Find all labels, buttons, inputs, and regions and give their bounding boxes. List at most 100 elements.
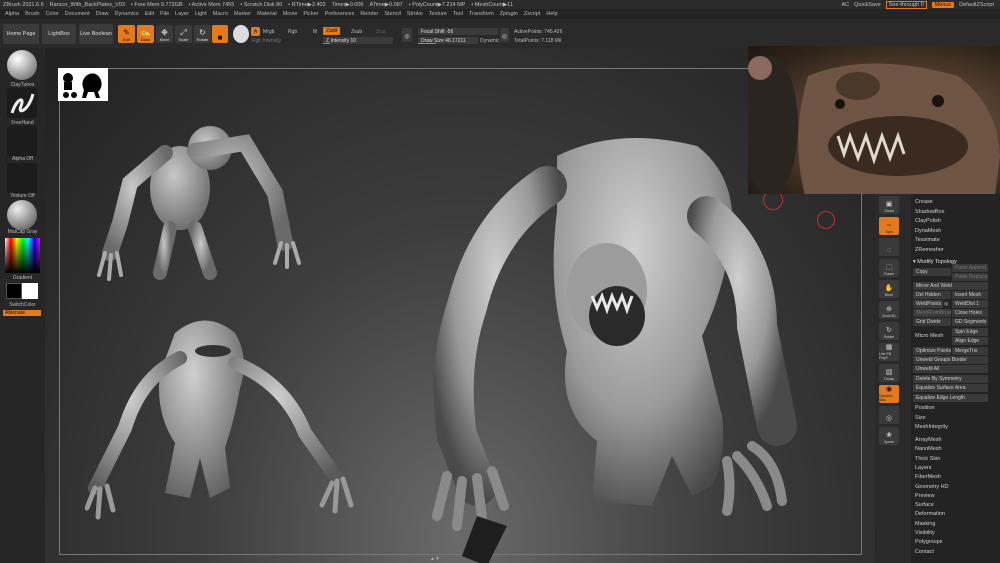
menus-button[interactable]: Menus (931, 1, 955, 8)
rightshelf-sym-button[interactable]: ⇔ Sym (879, 217, 899, 235)
scroll-handle-icon[interactable]: ▲▼ (430, 556, 442, 562)
focal-shift-slider[interactable]: Focal Shift -56 (418, 28, 498, 35)
palette-polygroups[interactable]: Polygroups (915, 538, 943, 546)
rightshelf-frame-button[interactable]: ⬚ Frame (879, 259, 899, 277)
rgb-toggle[interactable]: Rgb (288, 29, 297, 35)
rightshelf-option-button[interactable]: ◌ (879, 238, 899, 256)
rightshelf-zoom3d-button[interactable]: ⊕ Zoom3D (879, 301, 899, 319)
menu-tool[interactable]: Tool (453, 11, 463, 17)
switch-color-button[interactable]: SwitchColor (0, 302, 45, 308)
s-icon[interactable]: ◎ (402, 28, 412, 42)
lightbox-thumbnail-icon[interactable] (58, 68, 108, 101)
palette-surface[interactable]: Surface (915, 501, 934, 509)
tool-edit-button[interactable]: ✎ Edit (118, 25, 135, 43)
palette-layers[interactable]: Layers (915, 464, 932, 472)
palette-preview[interactable]: Preview (915, 492, 935, 500)
menu-transform[interactable]: Transform (469, 11, 494, 17)
meshfrombrush-button[interactable]: MeshFromBrush (913, 309, 951, 317)
menu-help[interactable]: Help (546, 11, 557, 17)
palette-contact[interactable]: Contact (915, 548, 934, 556)
claytubes-brush-icon[interactable] (7, 50, 37, 80)
palette-shadowbox[interactable]: ShadowBox (915, 208, 944, 216)
menu-draw[interactable]: Draw (96, 11, 109, 17)
a-toggle[interactable]: A (251, 27, 260, 36)
tool-draw-button[interactable]: ✍ Draw (137, 25, 154, 43)
palette-nanomesh[interactable]: NanoMesh (915, 445, 942, 453)
tool-rotate-button[interactable]: ↻ Rotate (194, 25, 211, 43)
menu-stroke[interactable]: Stroke (407, 11, 423, 17)
menu-light[interactable]: Light (195, 11, 207, 17)
texture-icon[interactable] (7, 163, 37, 193)
menu-picker[interactable]: Picker (303, 11, 318, 17)
mrgb-toggle[interactable]: Mrgb (263, 29, 274, 35)
menu-stencil[interactable]: Stencil (384, 11, 401, 17)
merge-tris-button[interactable]: MergeTris (952, 347, 988, 355)
palette-tessimate[interactable]: Tessimate (915, 236, 940, 244)
mirror-and-weld-button[interactable]: Mirror And Weld (913, 282, 988, 290)
copy-button[interactable]: Copy (913, 268, 951, 276)
equalize-surface-area-button[interactable]: Equalize Surface Area (913, 384, 988, 392)
palette-zremesher[interactable]: ZRemesher (915, 246, 944, 254)
palette-arraymesh[interactable]: ArrayMesh (915, 436, 942, 444)
menu-zplugin[interactable]: Zplugin (500, 11, 518, 17)
palette-claypolish[interactable]: ClayPolish (915, 217, 941, 225)
home-page-button[interactable]: Home Page (3, 24, 39, 44)
secondary-color-swatch[interactable] (22, 283, 38, 299)
menu-file[interactable]: File (160, 11, 169, 17)
palette-masking[interactable]: Masking (915, 520, 935, 528)
unweld-all-button[interactable]: Unweld All (913, 365, 988, 373)
menu-brush[interactable]: Brush (25, 11, 39, 17)
base-mesh-model[interactable] (85, 103, 315, 283)
rightshelf-rotate-button[interactable]: ↻ Rotate (879, 322, 899, 340)
menu-edit[interactable]: Edit (145, 11, 154, 17)
main-color-swatch[interactable] (6, 283, 22, 299)
menu-layer[interactable]: Layer (175, 11, 189, 17)
sculptris-icon[interactable]: ■ (212, 25, 228, 43)
palette-geometry-hd[interactable]: Geometry HD (915, 483, 949, 491)
rightshelf-xpose-button[interactable]: ❀ Xpose (879, 427, 899, 445)
menu-dynamics[interactable]: Dynamics (115, 11, 139, 17)
matcap-gray-icon[interactable] (7, 200, 37, 230)
weld-points-toggle-icon[interactable]: ◎ (944, 300, 948, 308)
equalize-edge-length-button[interactable]: Equalize Edge Length (913, 394, 988, 402)
z-intensity-slider[interactable]: Z Intensity 10 (323, 37, 393, 44)
menu-color[interactable]: Color (45, 11, 58, 17)
rightshelf-ghost-button[interactable]: ▣ Ghost (879, 196, 899, 214)
menu-material[interactable]: Material (257, 11, 277, 17)
palette-visibility[interactable]: Visibility (915, 529, 935, 537)
close-holes-button[interactable]: Close Holes (952, 309, 988, 317)
palette-deformation[interactable]: Deformation (915, 510, 945, 518)
gd-segments-slider[interactable]: GD Segments 3 (952, 318, 988, 326)
live-boolean-button[interactable]: Live Boolean (79, 24, 113, 44)
menu-movie[interactable]: Movie (283, 11, 298, 17)
menu-document[interactable]: Document (65, 11, 90, 17)
lightbox-button[interactable]: LightBox (42, 24, 76, 44)
menu-marker[interactable]: Marker (234, 11, 251, 17)
palette-fibermesh[interactable]: FiberMesh (915, 473, 941, 481)
menu-render[interactable]: Render (360, 11, 378, 17)
tool-move-button[interactable]: ✥ Move (156, 25, 173, 43)
menu-alpha[interactable]: Alpha (5, 11, 19, 17)
palette-position[interactable]: Position (915, 404, 935, 412)
quicksave-button[interactable]: QuickSave (854, 2, 881, 8)
zadd-toggle[interactable]: Zadd (323, 27, 341, 35)
color-picker[interactable] (5, 238, 40, 273)
zsub-toggle[interactable]: Zsub (351, 29, 362, 35)
menu-preferences[interactable]: Preferences (325, 11, 355, 17)
rightshelf-line-fill-polyf-button[interactable]: ▦ Line Fill PolyF (879, 343, 899, 361)
palette-dynamesh[interactable]: DynaMesh (915, 227, 941, 235)
insert-mesh-button[interactable]: Insert Mesh (952, 291, 988, 299)
weld-dist-slider[interactable]: WeldDist 1 (952, 300, 988, 308)
zcut-toggle[interactable]: Zcut (376, 29, 386, 35)
alpha-icon[interactable] (7, 126, 37, 156)
rightshelf-move-button[interactable]: ✋ Move (879, 280, 899, 298)
menu-texture[interactable]: Texture (429, 11, 447, 17)
see-through-slider[interactable]: See-through 0 (885, 0, 927, 9)
weld-points-button[interactable]: WeldPoints (913, 300, 943, 308)
palette-size[interactable]: Size (915, 414, 926, 422)
rightshelf-dynamic-solo-button[interactable]: ◉ Dynamic Solo (879, 385, 899, 403)
ac-label[interactable]: AC (842, 2, 850, 8)
delete-by-symmetry-button[interactable]: Delete By Symmetry (913, 375, 988, 383)
palette-meshintegrity[interactable]: MeshIntegrity (915, 423, 948, 431)
dynamic-toggle[interactable]: Dynamic (480, 38, 499, 44)
